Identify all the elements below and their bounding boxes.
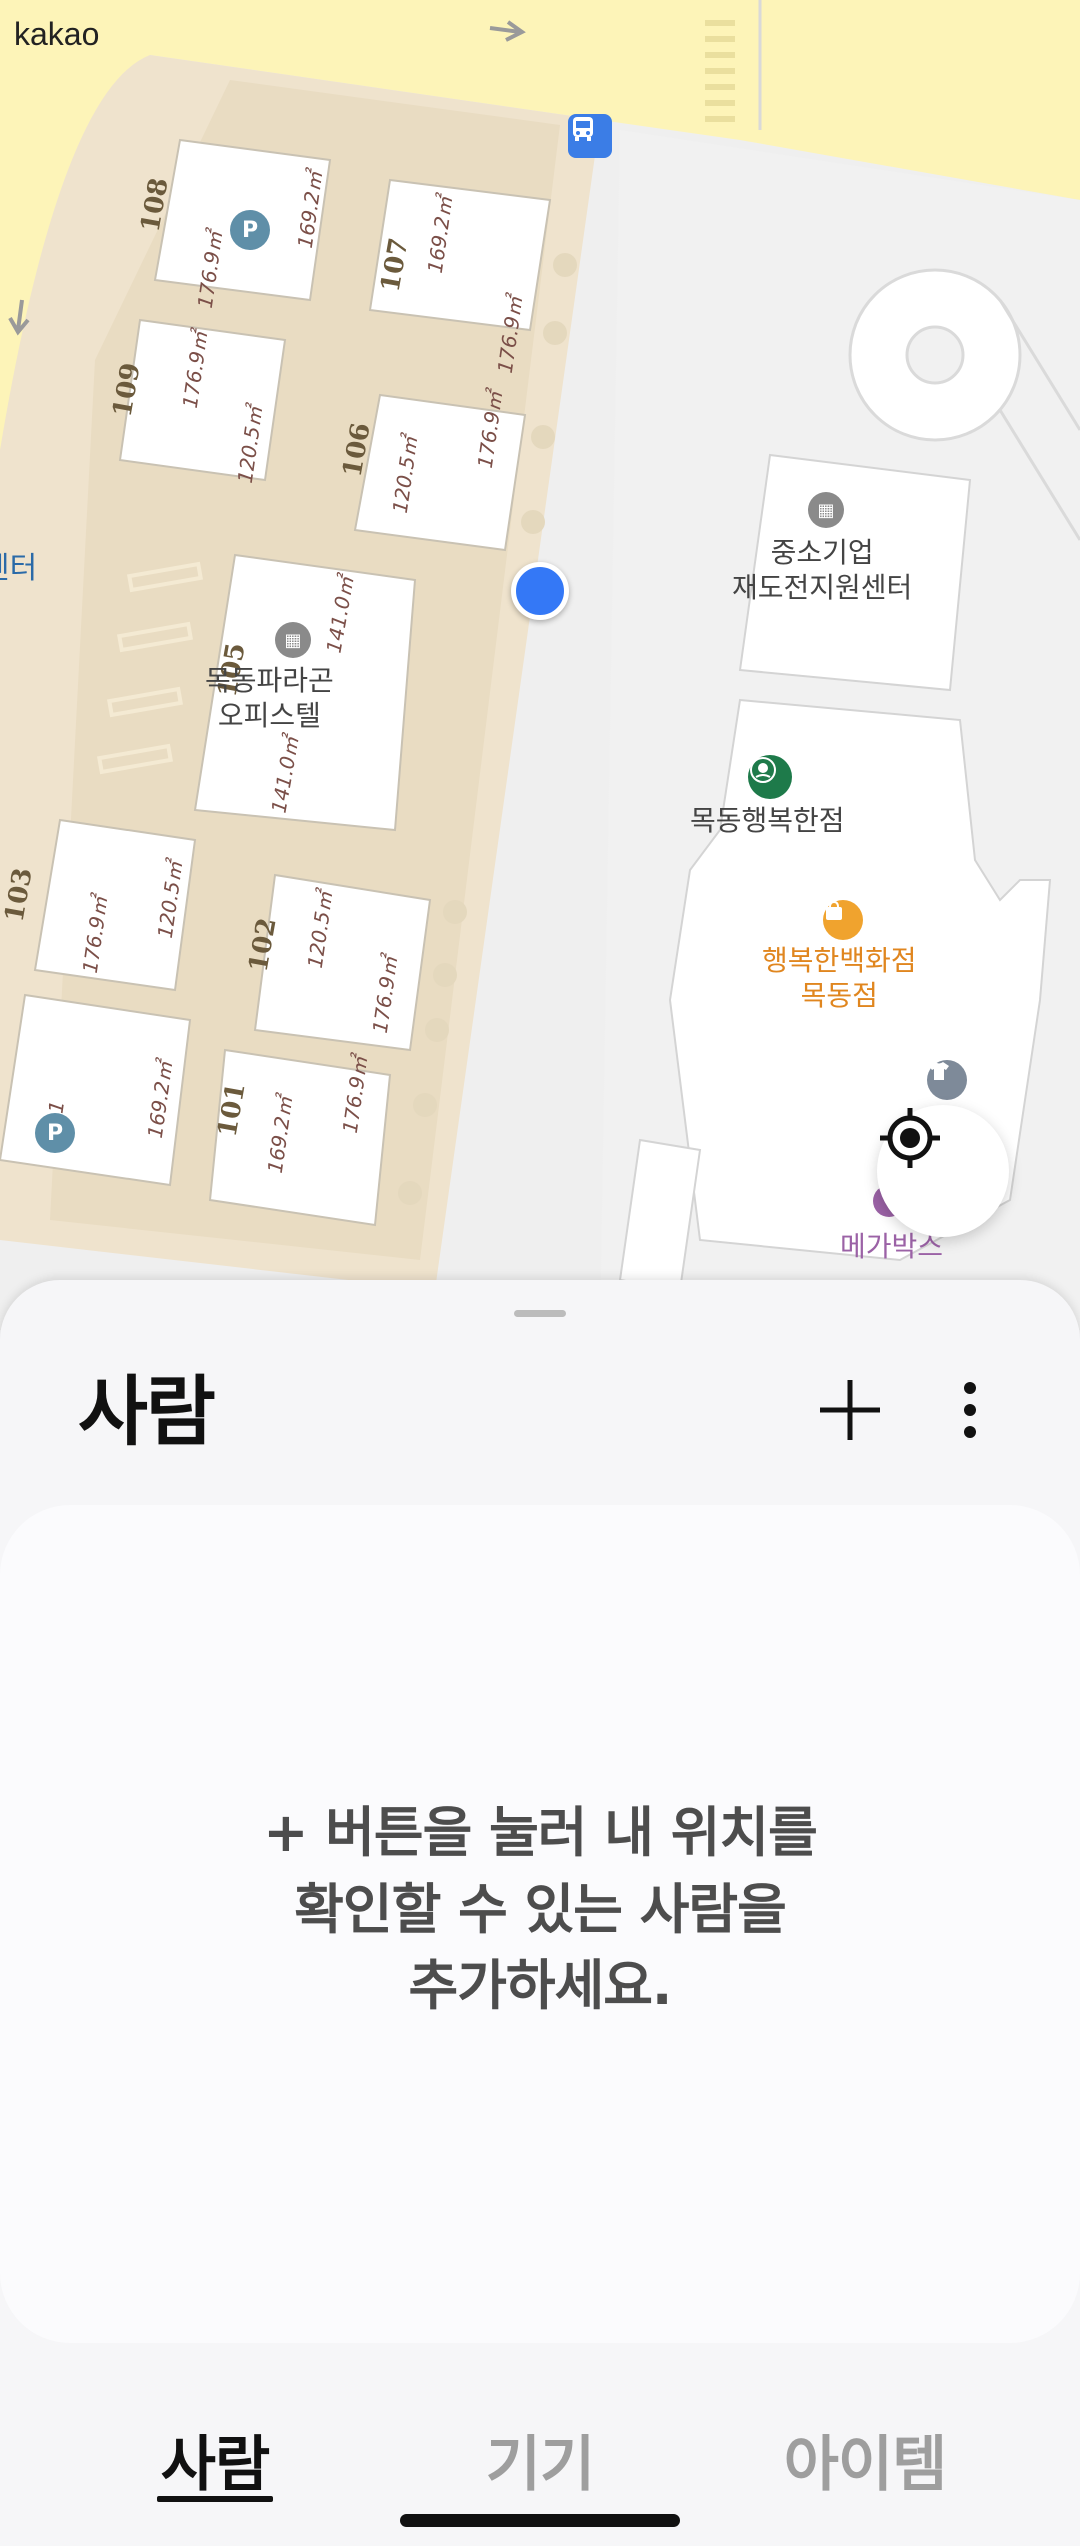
poi-starbucks-label[interactable]: 목동행복한점 <box>690 803 845 838</box>
tab-devices[interactable]: 기기 <box>475 2416 605 2503</box>
people-bottom-sheet: 사람 + 버튼을 눌러 내 위치를 확인할 수 있는 사람을 추가하세요. <box>0 1280 1080 2546</box>
home-indicator[interactable] <box>400 2514 680 2527</box>
more-options-button[interactable] <box>935 1370 1005 1450</box>
poi-complex-label[interactable]: 목동파라곤 오피스텔 <box>205 663 334 733</box>
building-icon: ▦ <box>275 622 311 658</box>
poi-sme-center-label[interactable]: 중소기업 재도전지원센터 <box>732 535 912 605</box>
building-icon: ▦ <box>808 492 844 528</box>
plus-icon <box>820 1380 880 1440</box>
locate-crosshair-icon <box>880 1108 940 1168</box>
shopping-bag-icon <box>823 900 863 940</box>
sheet-drag-handle[interactable] <box>514 1310 566 1317</box>
kakao-logo: kakao <box>14 16 100 52</box>
locate-me-button[interactable] <box>877 1105 1009 1237</box>
shirt-icon <box>927 1060 967 1100</box>
starbucks-icon <box>748 755 792 799</box>
empty-state-line: 확인할 수 있는 사람을 <box>294 1877 787 1941</box>
add-person-button[interactable] <box>810 1370 890 1450</box>
my-location-marker <box>511 562 569 620</box>
more-vertical-icon <box>964 1382 976 1438</box>
empty-state-message: + 버튼을 눌러 내 위치를 확인할 수 있는 사람을 추가하세요. <box>90 1795 990 2025</box>
tab-items[interactable]: 아이템 <box>770 2416 960 2503</box>
tab-people[interactable]: 사람 <box>150 2416 280 2503</box>
bus-stop-icon[interactable] <box>568 114 612 158</box>
parking-icon[interactable]: P <box>35 1113 75 1153</box>
empty-state-line: 추가하세요. <box>408 1954 673 2018</box>
app-root: kakao 108 107 109 106 105 103 102 101 17… <box>0 0 1080 2546</box>
map-view[interactable]: kakao 108 107 109 106 105 103 102 101 17… <box>0 0 1080 1330</box>
active-tab-indicator <box>157 2496 273 2502</box>
poi-department-store-label[interactable]: 행복한백화점 목동점 <box>762 943 917 1013</box>
bottom-tab-bar: 사람 기기 아이템 <box>0 2390 1080 2530</box>
sheet-title: 사람 <box>78 1367 216 1456</box>
poi-edge-label[interactable]: 센터 <box>0 543 37 587</box>
parking-icon[interactable]: P <box>230 210 270 250</box>
empty-state-card: + 버튼을 눌러 내 위치를 확인할 수 있는 사람을 추가하세요. <box>0 1505 1080 2343</box>
empty-state-line: + 버튼을 눌러 내 위치를 <box>263 1801 818 1864</box>
